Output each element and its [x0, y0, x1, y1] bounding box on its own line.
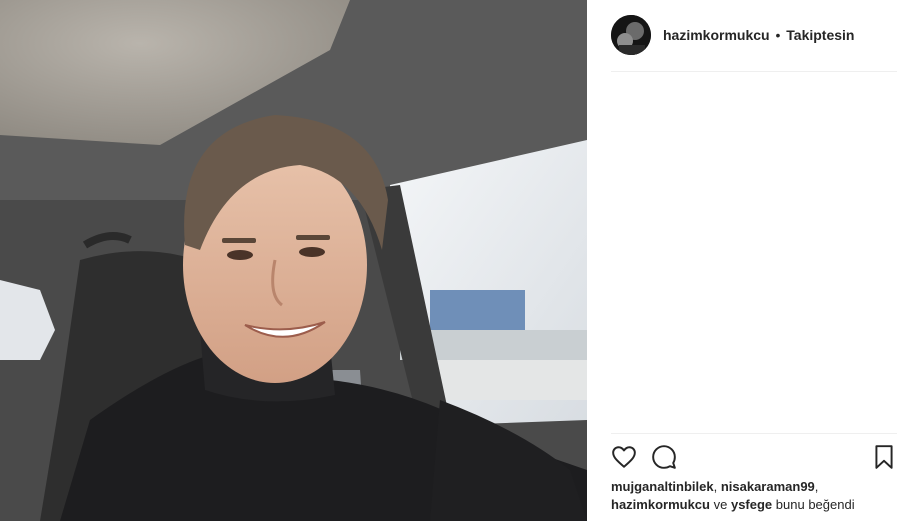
author-username[interactable]: hazimkormukcu	[663, 27, 770, 43]
bookmark-icon	[875, 445, 893, 469]
liker-username[interactable]: ysfege	[731, 497, 772, 512]
liker-username[interactable]: nisakaraman99	[721, 479, 815, 494]
comma: ,	[713, 479, 718, 494]
header-text: hazimkormukcu • Takiptesin	[663, 27, 854, 43]
post-photo[interactable]	[0, 0, 587, 521]
header-divider	[611, 71, 897, 72]
heart-outline-icon	[612, 446, 636, 468]
save-button[interactable]	[871, 444, 897, 470]
follow-state-button[interactable]: Takiptesin	[786, 27, 854, 43]
liker-username[interactable]: mujganaltinbilek	[611, 479, 714, 494]
actions-divider	[611, 433, 897, 434]
separator-dot: •	[775, 27, 781, 43]
avatar[interactable]	[611, 15, 651, 55]
comment-bubble-icon	[652, 445, 676, 469]
avatar-image	[611, 15, 651, 55]
likes-summary: mujganaltinbilek, nisakaraman99, hazimko…	[611, 478, 897, 514]
selfie-in-car-image	[0, 0, 587, 521]
and-word: ve	[713, 497, 728, 512]
comma: ,	[814, 479, 819, 494]
post-header: hazimkormukcu • Takiptesin	[611, 12, 897, 58]
action-bar	[611, 440, 900, 474]
like-button[interactable]	[611, 444, 637, 470]
post-sidebar: hazimkormukcu • Takiptesin mujganaltinbi…	[587, 0, 900, 521]
liker-username[interactable]: hazimkormukcu	[611, 497, 710, 512]
comment-button[interactable]	[651, 444, 677, 470]
liked-this-text: bunu beğendi	[775, 497, 855, 512]
